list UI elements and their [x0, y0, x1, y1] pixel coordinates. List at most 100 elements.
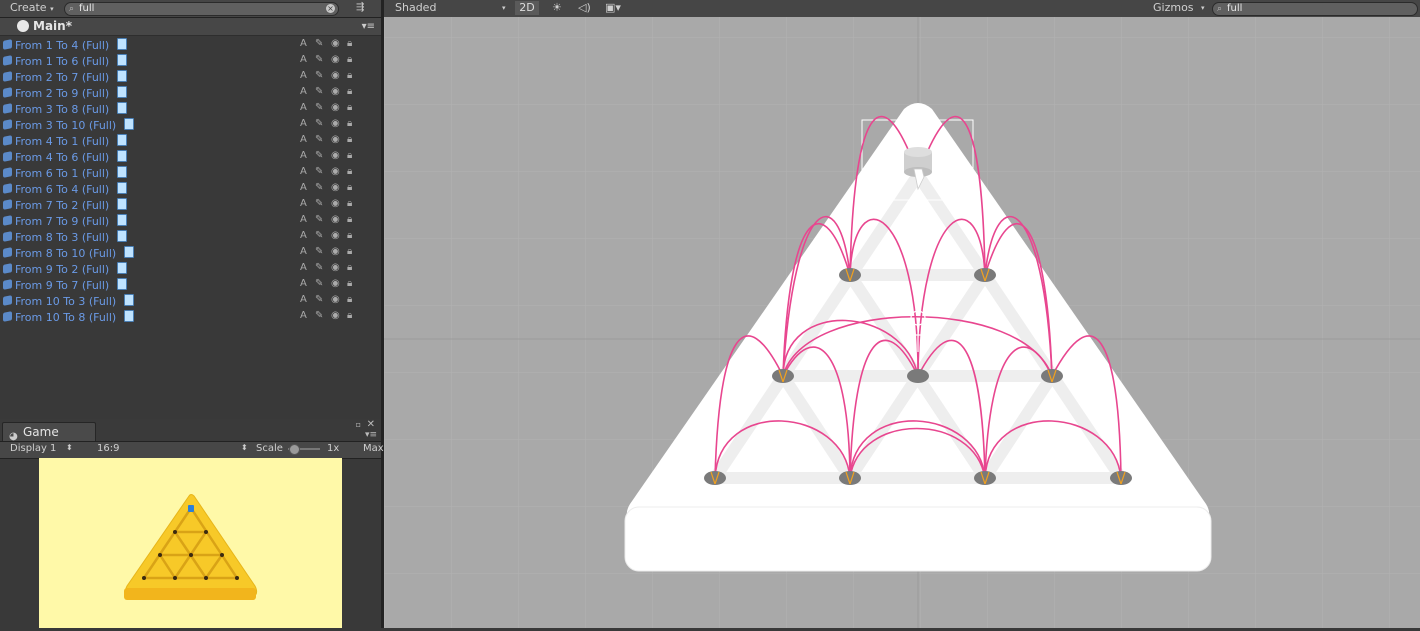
hierarchy-item[interactable]: From 1 To 6 (Full) A ✎ ◉ 🔒︎ [0, 53, 381, 69]
lock-icon[interactable]: 🔒︎ [347, 134, 352, 145]
pencil-icon[interactable]: ✎ [315, 262, 323, 273]
pencil-icon[interactable]: ✎ [315, 214, 323, 225]
visibility-eye-icon[interactable]: ◉ [331, 278, 340, 289]
visibility-eye-icon[interactable]: ◉ [331, 118, 340, 129]
lock-icon[interactable]: 🔒︎ [347, 294, 352, 305]
hierarchy-item[interactable]: From 8 To 3 (Full) A ✎ ◉ 🔒︎ [0, 229, 381, 245]
hierarchy-item[interactable]: From 8 To 10 (Full) A ✎ ◉ 🔒︎ [0, 245, 381, 261]
pencil-icon[interactable]: ✎ [315, 102, 323, 113]
maximize-icon[interactable]: ▫ [356, 420, 361, 429]
pencil-icon[interactable]: ✎ [315, 134, 323, 145]
animation-toggle[interactable]: A [300, 294, 307, 305]
visibility-eye-icon[interactable]: ◉ [331, 294, 340, 305]
animation-toggle[interactable]: A [300, 278, 307, 289]
visibility-eye-icon[interactable]: ◉ [331, 150, 340, 161]
hierarchy-item[interactable]: From 9 To 7 (Full) A ✎ ◉ 🔒︎ [0, 277, 381, 293]
animation-toggle[interactable]: A [300, 310, 307, 321]
animation-toggle[interactable]: A [300, 214, 307, 225]
scene-row[interactable]: Main* ▾≡ [0, 18, 381, 36]
visibility-eye-icon[interactable]: ◉ [331, 166, 340, 177]
animation-toggle[interactable]: A [300, 54, 307, 65]
hierarchy-item[interactable]: From 6 To 4 (Full) A ✎ ◉ 🔒︎ [0, 181, 381, 197]
gizmos-dropdown[interactable]: Gizmos [1153, 1, 1194, 15]
animation-toggle[interactable]: A [300, 134, 307, 145]
hierarchy-item[interactable]: From 4 To 6 (Full) A ✎ ◉ 🔒︎ [0, 149, 381, 165]
hierarchy-search-input[interactable]: ⌕ full × [64, 2, 339, 16]
hierarchy-item[interactable]: From 10 To 3 (Full) A ✎ ◉ 🔒︎ [0, 293, 381, 309]
aspect-dropdown[interactable]: 16:9 [97, 443, 119, 454]
lock-icon[interactable]: 🔒︎ [347, 54, 352, 65]
display-dropdown[interactable]: Display 1 [10, 443, 56, 454]
2d-toggle-button[interactable]: 2D [515, 1, 539, 15]
animation-toggle[interactable]: A [300, 70, 307, 81]
pencil-icon[interactable]: ✎ [315, 246, 323, 257]
lock-icon[interactable]: 🔒︎ [347, 262, 352, 273]
visibility-eye-icon[interactable]: ◉ [331, 134, 340, 145]
lock-icon[interactable]: 🔒︎ [347, 38, 352, 49]
pencil-icon[interactable]: ✎ [315, 38, 323, 49]
lock-icon[interactable]: 🔒︎ [347, 166, 352, 177]
filter-icon[interactable]: ⇶ [352, 1, 368, 15]
lock-icon[interactable]: 🔒︎ [347, 230, 352, 241]
lock-icon[interactable]: 🔒︎ [347, 246, 352, 257]
hierarchy-item[interactable]: From 7 To 2 (Full) A ✎ ◉ 🔒︎ [0, 197, 381, 213]
pencil-icon[interactable]: ✎ [315, 310, 323, 321]
lock-icon[interactable]: 🔒︎ [347, 182, 352, 193]
pencil-icon[interactable]: ✎ [315, 118, 323, 129]
visibility-eye-icon[interactable]: ◉ [331, 70, 340, 81]
pencil-icon[interactable]: ✎ [315, 230, 323, 241]
pencil-icon[interactable]: ✎ [315, 278, 323, 289]
animation-toggle[interactable]: A [300, 150, 307, 161]
lock-icon[interactable]: 🔒︎ [347, 278, 352, 289]
tab-game[interactable]: ◕ Game [2, 422, 96, 442]
lock-icon[interactable]: 🔒︎ [347, 198, 352, 209]
create-dropdown[interactable]: Create ▾ [6, 1, 58, 15]
hierarchy-item[interactable]: From 2 To 7 (Full) A ✎ ◉ 🔒︎ [0, 69, 381, 85]
close-icon[interactable]: ✕ [367, 419, 375, 430]
hierarchy-item[interactable]: From 7 To 9 (Full) A ✎ ◉ 🔒︎ [0, 213, 381, 229]
visibility-eye-icon[interactable]: ◉ [331, 214, 340, 225]
animation-toggle[interactable]: A [300, 246, 307, 257]
lock-icon[interactable]: 🔒︎ [347, 150, 352, 161]
visibility-eye-icon[interactable]: ◉ [331, 54, 340, 65]
hierarchy-item[interactable]: From 1 To 4 (Full) A ✎ ◉ 🔒︎ [0, 37, 381, 53]
lock-icon[interactable]: 🔒︎ [347, 118, 352, 129]
hierarchy-item[interactable]: From 9 To 2 (Full) A ✎ ◉ 🔒︎ [0, 261, 381, 277]
visibility-eye-icon[interactable]: ◉ [331, 86, 340, 97]
visibility-eye-icon[interactable]: ◉ [331, 310, 340, 321]
animation-toggle[interactable]: A [300, 262, 307, 273]
animation-toggle[interactable]: A [300, 38, 307, 49]
clear-search-icon[interactable]: × [326, 4, 335, 13]
animation-toggle[interactable]: A [300, 102, 307, 113]
animation-toggle[interactable]: A [300, 86, 307, 97]
visibility-eye-icon[interactable]: ◉ [331, 230, 340, 241]
animation-toggle[interactable]: A [300, 230, 307, 241]
pencil-icon[interactable]: ✎ [315, 70, 323, 81]
animation-toggle[interactable]: A [300, 182, 307, 193]
lock-icon[interactable]: 🔒︎ [347, 102, 352, 113]
maximize-on-play-button[interactable]: Max [363, 443, 384, 454]
audio-toggle-icon[interactable]: ◁) [578, 1, 591, 15]
pencil-icon[interactable]: ✎ [315, 198, 323, 209]
hierarchy-item[interactable]: From 3 To 10 (Full) A ✎ ◉ 🔒︎ [0, 117, 381, 133]
animation-toggle[interactable]: A [300, 118, 307, 129]
pencil-icon[interactable]: ✎ [315, 150, 323, 161]
lock-icon[interactable]: 🔒︎ [347, 214, 352, 225]
lock-icon[interactable]: 🔒︎ [347, 310, 352, 321]
scene-menu-icon[interactable]: ▾≡ [362, 21, 375, 32]
scale-slider-handle[interactable] [289, 444, 300, 455]
animation-toggle[interactable]: A [300, 166, 307, 177]
hierarchy-item[interactable]: From 2 To 9 (Full) A ✎ ◉ 🔒︎ [0, 85, 381, 101]
pencil-icon[interactable]: ✎ [315, 182, 323, 193]
visibility-eye-icon[interactable]: ◉ [331, 38, 340, 49]
hierarchy-item[interactable]: From 4 To 1 (Full) A ✎ ◉ 🔒︎ [0, 133, 381, 149]
visibility-eye-icon[interactable]: ◉ [331, 246, 340, 257]
panel-menu-icon[interactable]: ▾≡ [365, 430, 377, 440]
pencil-icon[interactable]: ✎ [315, 86, 323, 97]
effects-toggle-icon[interactable]: ▣▾ [605, 1, 621, 15]
visibility-eye-icon[interactable]: ◉ [331, 102, 340, 113]
scene-search-input[interactable]: ⌕ full [1212, 2, 1418, 16]
hierarchy-item[interactable]: From 10 To 8 (Full) A ✎ ◉ 🔒︎ [0, 309, 381, 325]
lighting-toggle-icon[interactable]: ☀ [552, 1, 562, 15]
scene-view[interactable] [384, 17, 1420, 628]
